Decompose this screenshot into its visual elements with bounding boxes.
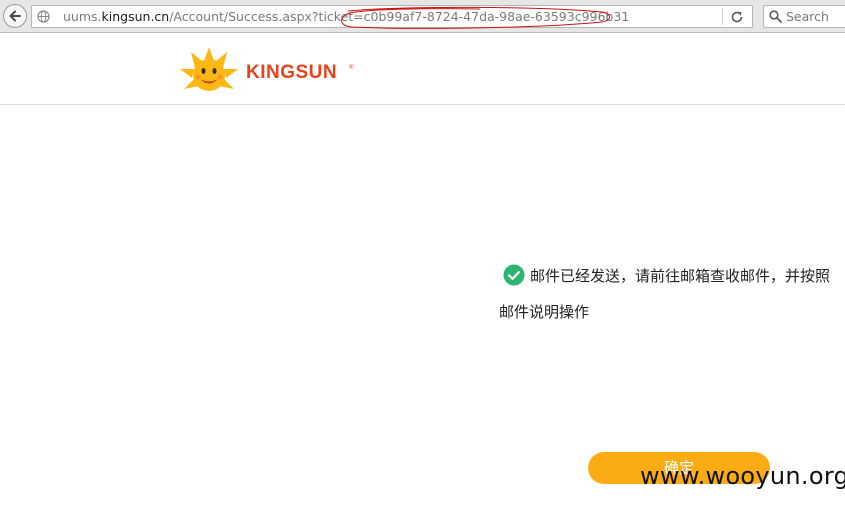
back-arrow-icon: [9, 10, 21, 22]
success-message-line2: 邮件说明操作: [499, 303, 590, 321]
watermark: www.wooyun.org: [640, 462, 845, 490]
search-icon: [769, 10, 782, 23]
browser-toolbar: uums.kingsun.cn/Account/Success.aspx?tic…: [0, 0, 845, 33]
url-text[interactable]: uums.kingsun.cn/Account/Success.aspx?tic…: [63, 9, 629, 25]
url-prefix: uums.: [63, 9, 102, 24]
url-domain: kingsun.cn: [101, 9, 170, 24]
success-message-line1: 邮件已经发送，请前往邮箱查收邮件，并按照: [530, 267, 831, 285]
address-bar[interactable]: uums.kingsun.cn/Account/Success.aspx?tic…: [31, 5, 753, 28]
globe-icon: [37, 10, 50, 23]
logo-registered-mark: ®: [349, 65, 354, 71]
search-box[interactable]: [763, 5, 845, 28]
site-header: KINGSUN ®: [0, 33, 845, 105]
success-check-icon: [503, 264, 525, 286]
logo-wordmark: KINGSUN: [246, 62, 338, 83]
kingsun-sun-logo-icon: [180, 47, 238, 91]
search-input[interactable]: [786, 8, 845, 25]
back-button[interactable]: [3, 4, 27, 28]
url-path: /Account/Success.aspx?ticket=c0b99af7-87…: [169, 9, 630, 24]
url-divider: [722, 9, 723, 25]
reload-icon[interactable]: [730, 10, 744, 24]
